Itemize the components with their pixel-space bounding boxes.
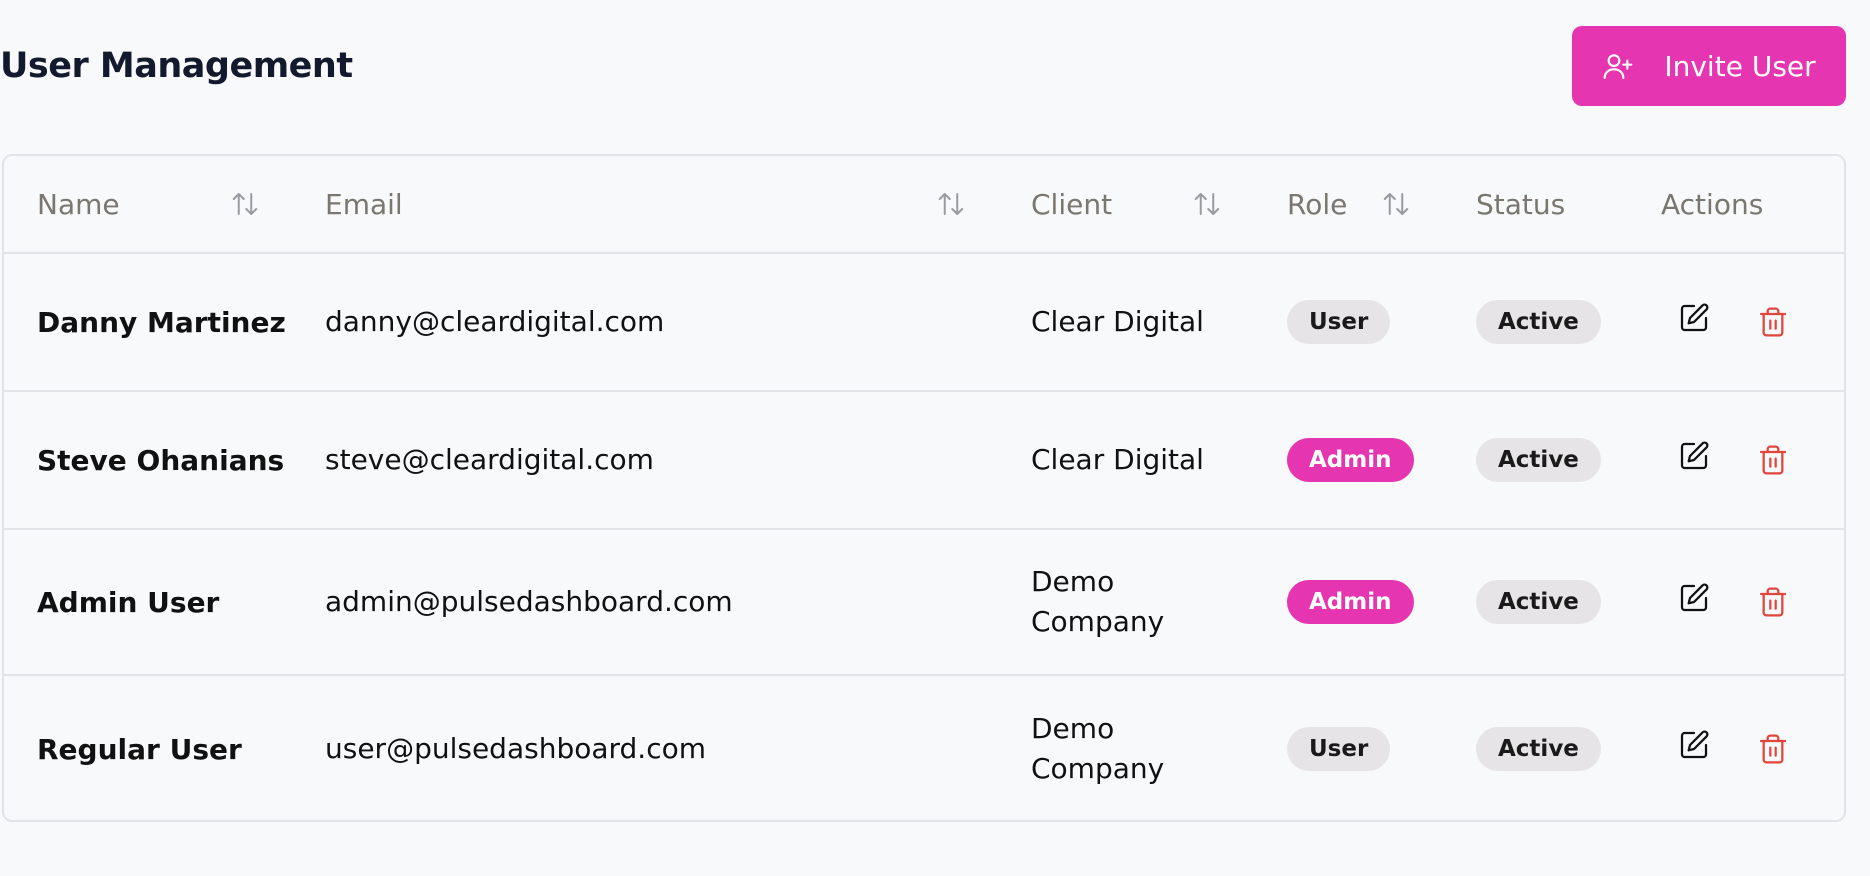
table-row: Regular User user@pulsedashboard.com Dem… bbox=[4, 676, 1844, 820]
user-name: Regular User bbox=[37, 732, 242, 766]
status-badge: Active bbox=[1476, 438, 1601, 482]
user-client: Demo Company bbox=[1031, 712, 1165, 785]
table-row: Danny Martinez danny@cleardigital.com Cl… bbox=[4, 254, 1844, 392]
user-email: user@pulsedashboard.com bbox=[325, 732, 707, 765]
user-client: Clear Digital bbox=[1031, 305, 1204, 338]
status-badge: Active bbox=[1476, 300, 1601, 344]
column-header-label: Status bbox=[1476, 187, 1566, 221]
edit-icon[interactable] bbox=[1678, 582, 1710, 614]
table-row: Steve Ohanians steve@cleardigital.com Cl… bbox=[4, 392, 1844, 530]
status-cell: Active bbox=[1476, 676, 1601, 820]
user-email: admin@pulsedashboard.com bbox=[325, 585, 733, 618]
page: User Management Invite User Name Email C… bbox=[0, 0, 1870, 876]
column-header-label: Role bbox=[1287, 187, 1348, 221]
invite-user-label: Invite User bbox=[1664, 49, 1816, 83]
user-client: Clear Digital bbox=[1031, 443, 1204, 476]
column-header-role[interactable]: Role bbox=[1287, 156, 1347, 252]
column-header-client[interactable]: Client bbox=[1031, 156, 1112, 252]
status-cell: Active bbox=[1476, 530, 1601, 674]
user-email: steve@cleardigital.com bbox=[325, 443, 654, 476]
invite-user-button[interactable]: Invite User bbox=[1572, 26, 1846, 106]
trash-icon[interactable] bbox=[1757, 733, 1789, 765]
role-badge: User bbox=[1287, 300, 1391, 344]
column-header-actions: Actions bbox=[1661, 156, 1763, 252]
role-cell: Admin bbox=[1287, 392, 1414, 528]
users-table: Name Email Client Role Status Actions Da… bbox=[2, 154, 1846, 822]
column-header-label: Name bbox=[37, 187, 120, 221]
status-cell: Active bbox=[1476, 392, 1601, 528]
trash-icon[interactable] bbox=[1757, 586, 1789, 618]
edit-icon[interactable] bbox=[1678, 440, 1710, 472]
role-badge: User bbox=[1287, 727, 1391, 771]
user-email: danny@cleardigital.com bbox=[325, 305, 665, 338]
user-plus-icon bbox=[1603, 54, 1633, 80]
sort-arrows-icon[interactable] bbox=[936, 189, 966, 219]
page-title: User Management bbox=[0, 46, 353, 86]
column-header-email[interactable]: Email bbox=[325, 156, 403, 252]
sort-arrows-icon[interactable] bbox=[1192, 189, 1222, 219]
column-header-label: Email bbox=[325, 187, 403, 221]
sort-arrows-icon[interactable] bbox=[230, 189, 260, 219]
trash-icon[interactable] bbox=[1757, 444, 1789, 476]
user-name: Admin User bbox=[37, 585, 220, 619]
column-header-status: Status bbox=[1476, 156, 1565, 252]
column-header-label: Actions bbox=[1661, 187, 1764, 221]
edit-icon[interactable] bbox=[1678, 302, 1710, 334]
column-header-label: Client bbox=[1031, 187, 1113, 221]
role-cell: User bbox=[1287, 676, 1391, 820]
role-badge: Admin bbox=[1287, 580, 1414, 624]
status-badge: Active bbox=[1476, 727, 1601, 771]
status-cell: Active bbox=[1476, 254, 1601, 390]
table-row: Admin User admin@pulsedashboard.com Demo… bbox=[4, 530, 1844, 676]
role-cell: User bbox=[1287, 254, 1391, 390]
user-client: Demo Company bbox=[1031, 565, 1165, 638]
edit-icon[interactable] bbox=[1678, 729, 1710, 761]
user-name: Steve Ohanians bbox=[37, 443, 285, 477]
status-badge: Active bbox=[1476, 580, 1601, 624]
sort-arrows-icon[interactable] bbox=[1381, 189, 1411, 219]
role-badge: Admin bbox=[1287, 438, 1414, 482]
column-header-name[interactable]: Name bbox=[37, 156, 120, 252]
role-cell: Admin bbox=[1287, 530, 1414, 674]
trash-icon[interactable] bbox=[1757, 306, 1789, 338]
table-header-row: Name Email Client Role Status Actions bbox=[4, 156, 1844, 254]
user-name: Danny Martinez bbox=[37, 305, 286, 339]
